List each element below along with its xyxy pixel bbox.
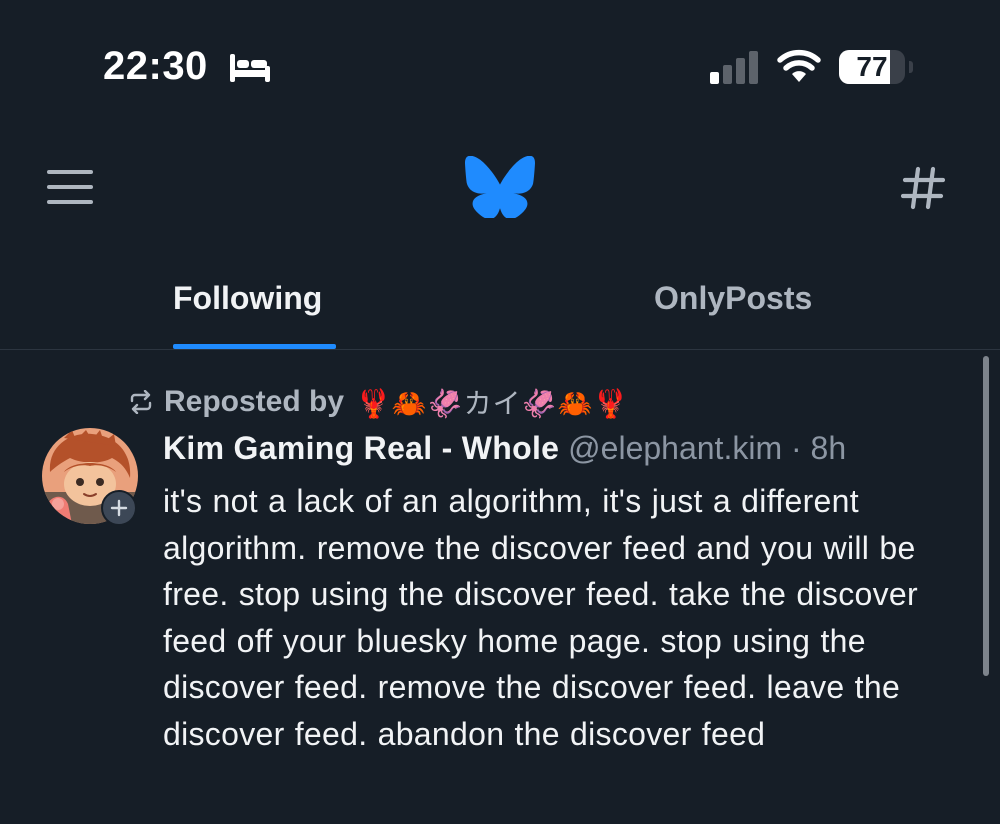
hamburger-menu-icon[interactable] [46, 168, 94, 206]
bluesky-butterfly-icon[interactable] [465, 156, 535, 218]
post-text[interactable]: it's not a lack of an algorithm, it's ju… [163, 478, 975, 757]
scrollbar[interactable] [983, 356, 989, 676]
repost-indicator[interactable]: Reposted by 🦞🦀🦑カイ🦑🦀🦞 [128, 380, 629, 424]
post-author-line[interactable]: Kim Gaming Real - Whole @elephant.kim · … [163, 425, 846, 471]
bed-icon [230, 54, 270, 82]
repost-icon [130, 390, 152, 414]
status-bar: 22:30 77 [0, 0, 1000, 120]
follow-plus-icon[interactable] [101, 490, 137, 526]
reposter-name[interactable]: 🦞🦀🦑カイ🦑🦀🦞 [356, 382, 629, 422]
wifi-icon [777, 49, 821, 82]
repost-label: Reposted by [164, 385, 345, 418]
cellular-signal-icon [710, 51, 758, 84]
tab-following[interactable]: Following [173, 276, 322, 320]
hashtag-icon[interactable] [901, 166, 945, 210]
tabs-divider [0, 349, 1000, 350]
battery-indicator: 77 [839, 50, 913, 84]
meta-separator: · [790, 430, 802, 466]
author-handle[interactable]: @elephant.kim [568, 430, 782, 466]
author-name[interactable]: Kim Gaming Real - Whole [163, 430, 559, 466]
post-timestamp[interactable]: 8h [811, 430, 847, 466]
status-time: 22:30 [103, 44, 208, 88]
battery-level: 77 [856, 51, 888, 82]
tab-onlyposts[interactable]: OnlyPosts [654, 276, 812, 320]
